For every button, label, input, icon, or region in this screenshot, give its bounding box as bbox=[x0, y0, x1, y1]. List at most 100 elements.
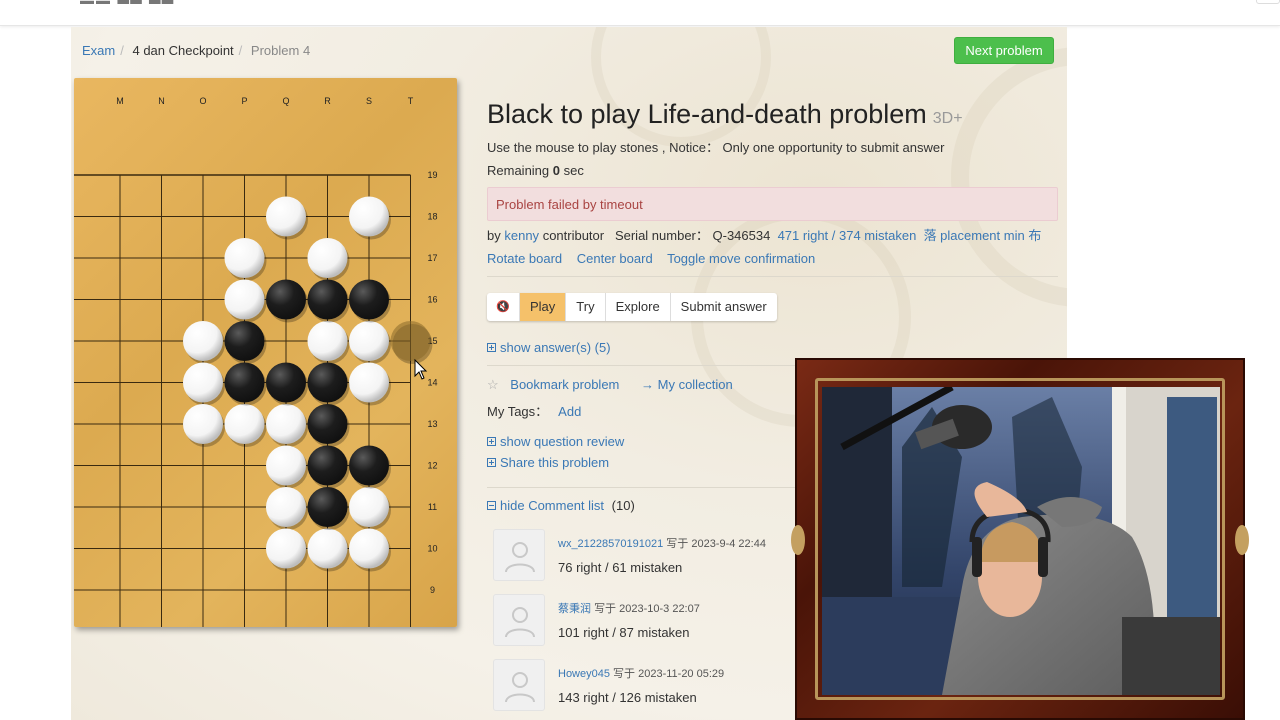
mute-icon[interactable]: 🔇 bbox=[487, 293, 520, 321]
breadcrumb-exam[interactable]: Exam bbox=[82, 43, 115, 58]
placement-link[interactable]: 落 placement min 布 bbox=[924, 228, 1042, 243]
black-stone bbox=[349, 445, 389, 486]
column-label-O: O bbox=[199, 96, 206, 106]
nav-corner-button[interactable] bbox=[1256, 0, 1280, 4]
site-logo[interactable]: ▬▬ ▆▆ ▇▇ ▔ bbox=[80, 0, 230, 4]
black-stone bbox=[307, 487, 348, 527]
rotate-board-link[interactable]: Rotate board bbox=[487, 251, 562, 266]
top-nav-bar: ▬▬ ▆▆ ▇▇ ▔ bbox=[0, 0, 1280, 26]
comment-header: 蔡秉润 写于 2023-10-3 22:07 bbox=[558, 600, 700, 616]
comment-list-toggle[interactable]: hide Comment list (10) bbox=[487, 498, 635, 513]
row-label-11: 11 bbox=[428, 502, 437, 512]
show-question-review-toggle[interactable]: show question review bbox=[487, 434, 624, 449]
black-stone bbox=[307, 404, 348, 444]
show-answers-label: show answer(s) (5) bbox=[500, 340, 611, 355]
white-stone bbox=[349, 321, 389, 361]
remaining-unit: sec bbox=[563, 163, 584, 178]
row-label-9: 9 bbox=[430, 585, 435, 595]
black-stone bbox=[224, 362, 265, 403]
star-icon[interactable]: ☆ bbox=[487, 377, 499, 392]
play-button[interactable]: Play bbox=[520, 293, 567, 321]
black-stone bbox=[224, 321, 265, 361]
go-board[interactable]: MNOPQRST1918171615141312111098 bbox=[74, 78, 457, 627]
comment-user[interactable]: wx_21228570191021 bbox=[558, 538, 663, 550]
webcam-overlay bbox=[791, 358, 1249, 720]
white-stone bbox=[224, 404, 265, 444]
comment-user[interactable]: Howey045 bbox=[558, 668, 610, 680]
breadcrumb-checkpoint[interactable]: 4 dan Checkpoint bbox=[132, 43, 233, 58]
problem-title: Black to play Life-and-death problem bbox=[487, 99, 927, 129]
timeout-alert: Problem failed by timeout bbox=[487, 187, 1058, 221]
row-label-8: 8 bbox=[430, 627, 435, 628]
toggle-confirmation-link[interactable]: Toggle move confirmation bbox=[667, 251, 815, 266]
row-label-10: 10 bbox=[427, 544, 437, 554]
white-stone bbox=[307, 238, 348, 278]
center-board-link[interactable]: Center board bbox=[577, 251, 653, 266]
comment-user-stats: 101 right / 87 mistaken bbox=[558, 625, 690, 640]
expand-icon bbox=[487, 343, 496, 352]
row-label-19: 19 bbox=[427, 170, 437, 180]
comment-user[interactable]: 蔡秉润 bbox=[558, 603, 591, 615]
white-stone bbox=[266, 404, 306, 444]
instruction-text: Use the mouse to play stones , Notice： O… bbox=[487, 140, 945, 155]
explore-button[interactable]: Explore bbox=[606, 293, 671, 321]
submit-answer-button[interactable]: Submit answer bbox=[671, 293, 777, 321]
show-answers-toggle[interactable]: show answer(s) (5) bbox=[487, 340, 611, 355]
white-stone bbox=[266, 196, 306, 237]
my-collection-link[interactable]: → My collection bbox=[641, 377, 733, 392]
expand-icon bbox=[487, 437, 496, 446]
black-stone bbox=[266, 362, 306, 403]
comment-user-stats: 143 right / 126 mistaken bbox=[558, 690, 697, 705]
column-label-S: S bbox=[366, 96, 372, 106]
white-stone bbox=[307, 528, 348, 569]
column-label-T: T bbox=[408, 96, 414, 106]
white-stone bbox=[266, 487, 306, 527]
collapse-icon bbox=[487, 501, 496, 510]
go-board-svg[interactable]: MNOPQRST1918171615141312111098 bbox=[74, 78, 457, 627]
white-stone bbox=[349, 362, 389, 403]
next-problem-button[interactable]: Next problem bbox=[954, 37, 1054, 64]
add-tag-link[interactable]: Add bbox=[558, 404, 581, 419]
problem-stats-link[interactable]: 471 right / 374 mistaken bbox=[778, 228, 917, 243]
expand-icon bbox=[487, 458, 496, 467]
column-label-Q: Q bbox=[282, 96, 289, 106]
black-stone bbox=[307, 362, 348, 403]
remaining-label: Remaining bbox=[487, 163, 550, 178]
comment-toggle-label: hide Comment list bbox=[500, 498, 605, 513]
share-problem-toggle[interactable]: Share this problem bbox=[487, 455, 609, 470]
column-label-P: P bbox=[241, 96, 247, 106]
remaining-time: Remaining 0 sec bbox=[487, 163, 584, 178]
row-label-16: 16 bbox=[427, 295, 437, 305]
white-stone bbox=[266, 445, 306, 486]
row-label-17: 17 bbox=[427, 253, 437, 263]
author-link[interactable]: kenny bbox=[504, 228, 539, 243]
black-stone bbox=[266, 279, 306, 320]
frame-ornament-left bbox=[791, 525, 805, 555]
try-button[interactable]: Try bbox=[566, 293, 606, 321]
column-label-N: N bbox=[158, 96, 165, 106]
white-stone bbox=[183, 362, 223, 403]
problem-info: by kenny contributor Serial number： Q-34… bbox=[487, 225, 1041, 244]
row-label-12: 12 bbox=[427, 461, 437, 471]
avatar[interactable] bbox=[493, 594, 545, 646]
share-label: Share this problem bbox=[500, 455, 610, 470]
avatar[interactable] bbox=[493, 659, 545, 711]
comment-date: 写于 2023-11-20 05:29 bbox=[613, 668, 725, 680]
show-review-label: show question review bbox=[500, 434, 625, 449]
bookmark-problem-link[interactable]: Bookmark problem bbox=[510, 377, 619, 392]
webcam-video bbox=[822, 387, 1220, 695]
my-tags-label: My Tags： bbox=[487, 404, 549, 419]
serial-label: Serial number： bbox=[614, 228, 709, 243]
white-stone bbox=[224, 238, 265, 278]
frame-ornament-right bbox=[1235, 525, 1249, 555]
white-stone bbox=[183, 321, 223, 361]
hover-stone-preview bbox=[390, 321, 431, 361]
board-actions: Rotate board Center board Toggle move co… bbox=[487, 251, 826, 266]
black-stone bbox=[307, 279, 348, 320]
comment-user-stats: 76 right / 61 mistaken bbox=[558, 560, 683, 575]
bookmark-row: ☆ Bookmark problem → My collection bbox=[487, 377, 751, 393]
white-stone bbox=[224, 279, 265, 320]
author-role: contributor bbox=[542, 228, 605, 243]
mouse-cursor-icon bbox=[414, 358, 428, 380]
avatar[interactable] bbox=[493, 529, 545, 581]
